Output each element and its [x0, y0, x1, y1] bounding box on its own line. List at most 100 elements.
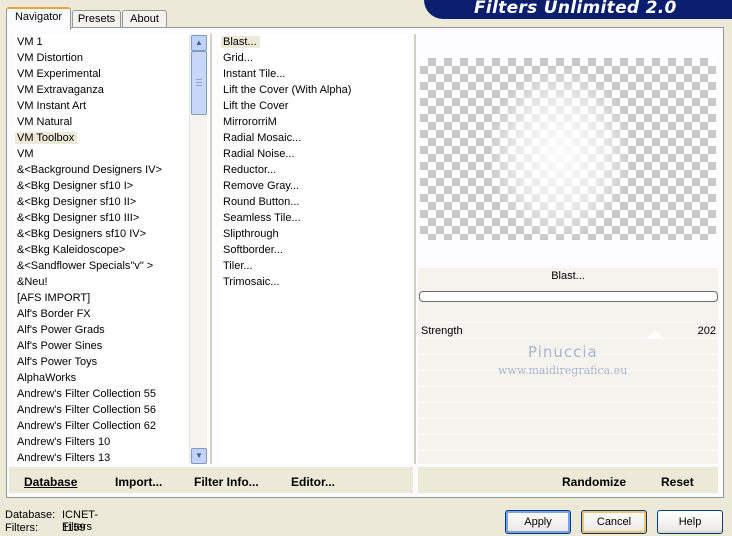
category-item-label: Alf's Power Toys — [17, 356, 98, 368]
filter-item-label: Seamless Tile... — [223, 212, 301, 224]
filter-item[interactable]: Instant Tile... — [220, 66, 413, 82]
editor-button[interactable]: Editor... — [291, 475, 335, 489]
category-item[interactable]: &<Bkg Designer sf10 III> — [14, 210, 189, 226]
category-item-label: &<Bkg Designer sf10 I> — [17, 180, 134, 192]
filters-status-label: Filters: — [5, 522, 38, 534]
category-item[interactable]: VM Extravaganza — [14, 82, 189, 98]
category-item[interactable]: Alf's Power Toys — [14, 354, 189, 370]
category-scrollbar[interactable]: ▲ ▼ — [189, 34, 207, 464]
scroll-down-button[interactable]: ▼ — [191, 448, 207, 464]
category-item[interactable]: &<Sandflower Specials"v" > — [14, 258, 189, 274]
randomize-button[interactable]: Randomize — [562, 475, 626, 489]
category-item[interactable]: [AFS IMPORT] — [14, 290, 189, 306]
param-row — [418, 434, 718, 450]
filter-item-label: Round Button... — [223, 196, 300, 208]
cancel-button[interactable]: Cancel — [581, 510, 647, 534]
filter-item-label: Blast... — [221, 36, 260, 48]
watermark-url: www.maidiregrafica.eu — [498, 364, 628, 377]
filter-item-label: Slipthrough — [223, 228, 279, 240]
scroll-up-button[interactable]: ▲ — [191, 35, 207, 51]
category-item-label: Andrew's Filter Collection 62 — [17, 420, 157, 432]
category-item[interactable]: Alf's Border FX — [14, 306, 189, 322]
category-item[interactable]: Andrew's Filters 10 — [14, 434, 189, 450]
filter-item[interactable]: Round Button... — [220, 194, 413, 210]
category-item[interactable]: VM Distortion — [14, 50, 189, 66]
filter-item[interactable]: Lift the Cover (With Alpha) — [220, 82, 413, 98]
filter-item[interactable]: Trimosaic... — [220, 274, 413, 290]
category-item[interactable]: VM Experimental — [14, 66, 189, 82]
param-row — [418, 418, 718, 434]
category-item-label: VM Toolbox — [15, 132, 78, 144]
category-item[interactable]: &<Bkg Designer sf10 II> — [14, 194, 189, 210]
param-row — [418, 386, 718, 402]
filter-item-label: Trimosaic... — [223, 276, 280, 288]
strength-slider-marker[interactable] — [646, 330, 664, 339]
filter-item[interactable]: MirrororriM — [220, 114, 413, 130]
strength-value[interactable]: 202 — [690, 325, 716, 337]
strength-label: Strength — [421, 325, 463, 337]
filter-item[interactable]: Softborder... — [220, 242, 413, 258]
param-row — [418, 322, 718, 338]
category-item[interactable]: &<Bkg Designers sf10 IV> — [14, 226, 189, 242]
category-item-label: Alf's Border FX — [17, 308, 91, 320]
filter-item[interactable]: Radial Noise... — [220, 146, 413, 162]
filter-item[interactable]: Seamless Tile... — [220, 210, 413, 226]
filter-item[interactable]: Slipthrough — [220, 226, 413, 242]
category-item-label: &<Sandflower Specials"v" > — [17, 260, 154, 272]
reset-button[interactable]: Reset — [661, 475, 694, 489]
tab-navigator[interactable]: Navigator — [6, 7, 71, 30]
category-item-label: VM 1 — [17, 36, 43, 48]
category-item[interactable]: Andrew's Filter Collection 56 — [14, 402, 189, 418]
param-row — [418, 402, 718, 418]
category-item[interactable]: AlphaWorks — [14, 370, 189, 386]
category-item[interactable]: &<Bkg Designer sf10 I> — [14, 178, 189, 194]
category-item[interactable]: VM — [14, 146, 189, 162]
category-item[interactable]: VM 1 — [14, 34, 189, 50]
category-item-label: VM — [17, 148, 34, 160]
database-status-label: Database: — [5, 509, 56, 521]
category-item-label: Andrew's Filter Collection 56 — [17, 404, 157, 416]
preview-image — [420, 58, 716, 240]
scroll-thumb[interactable] — [191, 51, 207, 115]
import-button[interactable]: Import... — [115, 475, 162, 489]
filter-item[interactable]: Remove Gray... — [220, 178, 413, 194]
category-item-label: &Neu! — [17, 276, 48, 288]
category-item[interactable]: Alf's Power Sines — [14, 338, 189, 354]
filter-item[interactable]: Blast... — [220, 34, 413, 50]
tab-presets[interactable]: Presets — [72, 10, 121, 28]
filter-item[interactable]: Reductor... — [220, 162, 413, 178]
database-button-label: Database — [24, 475, 78, 489]
filter-info-button[interactable]: Filter Info... — [194, 475, 259, 489]
category-item-label: Alf's Power Grads — [17, 324, 105, 336]
database-button[interactable]: Database — [24, 475, 77, 489]
category-item[interactable]: VM Toolbox — [14, 130, 189, 146]
category-item[interactable]: VM Instant Art — [14, 98, 189, 114]
category-item[interactable]: Andrew's Filter Collection 62 — [14, 418, 189, 434]
apply-button[interactable]: Apply — [505, 510, 571, 534]
help-button[interactable]: Help — [657, 510, 723, 534]
list-divider — [210, 34, 212, 464]
category-item-label: Andrew's Filter Collection 55 — [17, 388, 157, 400]
category-item[interactable]: Andrew's Filter Collection 55 — [14, 386, 189, 402]
category-item-label: &<Background Designers IV> — [17, 164, 162, 176]
category-item[interactable]: &<Bkg Kaleidoscope> — [14, 242, 189, 258]
category-list[interactable]: VM 1 VM Distortion VM Experimental VM Extra… — [14, 34, 189, 464]
list-divider-right — [414, 34, 416, 464]
category-item-label: &<Bkg Designer sf10 III> — [17, 212, 140, 224]
category-item[interactable]: &Neu! — [14, 274, 189, 290]
category-item[interactable]: VM Natural — [14, 114, 189, 130]
filter-item-label: Radial Noise... — [223, 148, 295, 160]
category-item-label: AlphaWorks — [17, 372, 77, 384]
category-item[interactable]: &<Background Designers IV> — [14, 162, 189, 178]
category-item-label: [AFS IMPORT] — [17, 292, 91, 304]
filter-item[interactable]: Grid... — [220, 50, 413, 66]
filter-item[interactable]: Radial Mosaic... — [220, 130, 413, 146]
category-item[interactable]: Alf's Power Grads — [14, 322, 189, 338]
filter-item-label: Reductor... — [223, 164, 277, 176]
category-item[interactable]: Andrew's Filters 13 — [14, 450, 189, 464]
filter-item[interactable]: Lift the Cover — [220, 98, 413, 114]
app-title: Filters Unlimited 2.0 — [474, 0, 677, 18]
filter-item[interactable]: Tiler... — [220, 258, 413, 274]
tab-about[interactable]: About — [122, 10, 167, 28]
filter-list[interactable]: Blast... Grid... Instant Tile... Lift the C… — [220, 34, 413, 464]
